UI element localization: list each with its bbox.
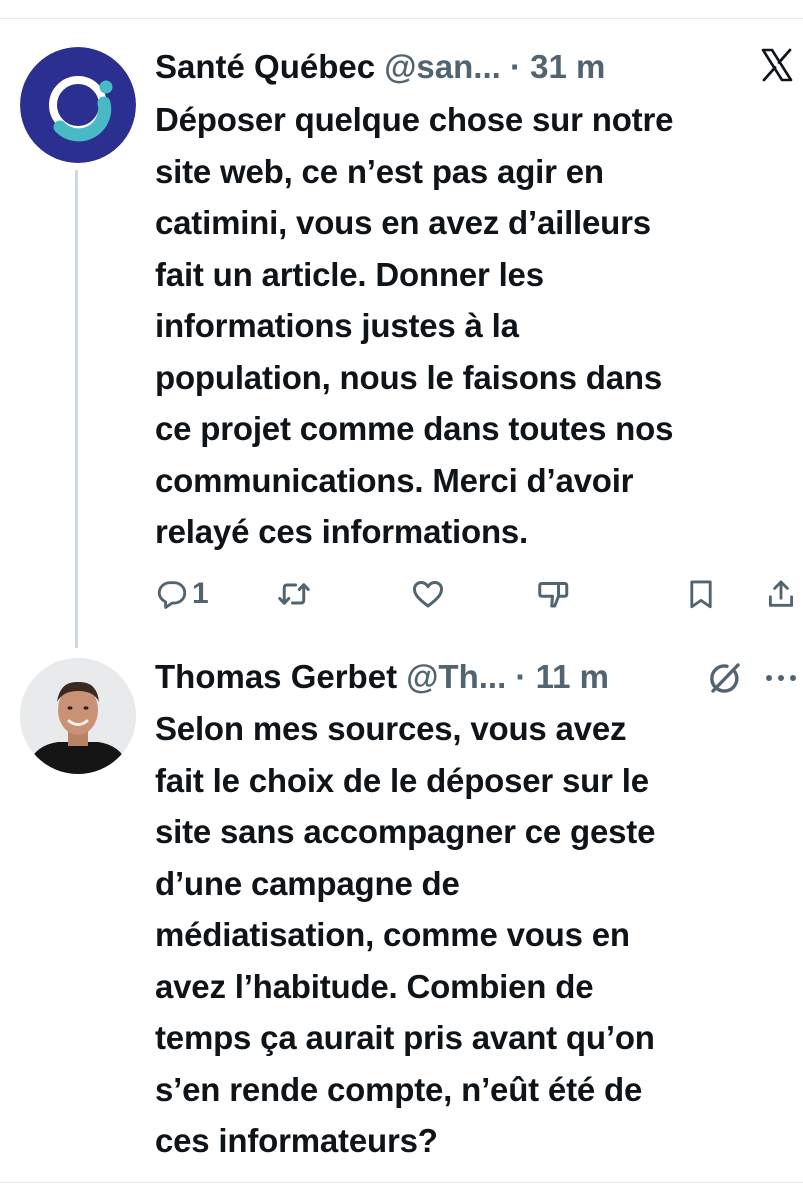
separator-dot: · [509, 48, 521, 85]
bookmark-icon [690, 580, 712, 609]
timestamp[interactable]: 11 m [536, 658, 609, 695]
views-button[interactable] [536, 576, 572, 612]
separator-dot: · [515, 658, 527, 695]
avatar-thomas-gerbet[interactable] [20, 658, 136, 774]
reply-button[interactable]: 1 [155, 576, 209, 612]
author-handle[interactable]: @Th... [406, 658, 506, 695]
tweet-text: Selon mes sources, vous avez fait le cho… [155, 710, 656, 1159]
timestamp[interactable]: 31 m [530, 48, 605, 85]
grok-icon[interactable] [706, 660, 742, 696]
top-divider [0, 18, 803, 19]
like-icon [413, 580, 443, 608]
repost-icon [278, 583, 310, 605]
more-icon[interactable] [763, 668, 799, 688]
share-button[interactable] [764, 576, 798, 612]
share-icon [768, 580, 794, 607]
author-name[interactable]: Santé Québec [155, 48, 375, 85]
repost-button[interactable] [276, 576, 312, 612]
profile-photo-icon [20, 658, 136, 774]
sante-quebec-logo-icon [20, 47, 136, 163]
author-handle[interactable]: @san... [384, 48, 501, 85]
tweet-header: Thomas Gerbet @Th... · 11 m [155, 657, 795, 697]
tweet-text: Déposer quelque chose sur notre site web… [155, 101, 674, 550]
reply-count: 1 [192, 577, 209, 610]
reply-icon [157, 581, 187, 609]
author-name[interactable]: Thomas Gerbet [155, 658, 397, 695]
bottom-divider [0, 1182, 803, 1183]
bookmark-button[interactable] [684, 576, 718, 612]
thread-connector-line [75, 170, 78, 648]
avatar-sante-quebec[interactable] [20, 47, 136, 163]
x-logo-icon[interactable] [760, 48, 794, 82]
views-icon [538, 582, 569, 608]
like-button[interactable] [410, 576, 446, 612]
tweet-header: Santé Québec @san... · 31 m [155, 47, 795, 87]
